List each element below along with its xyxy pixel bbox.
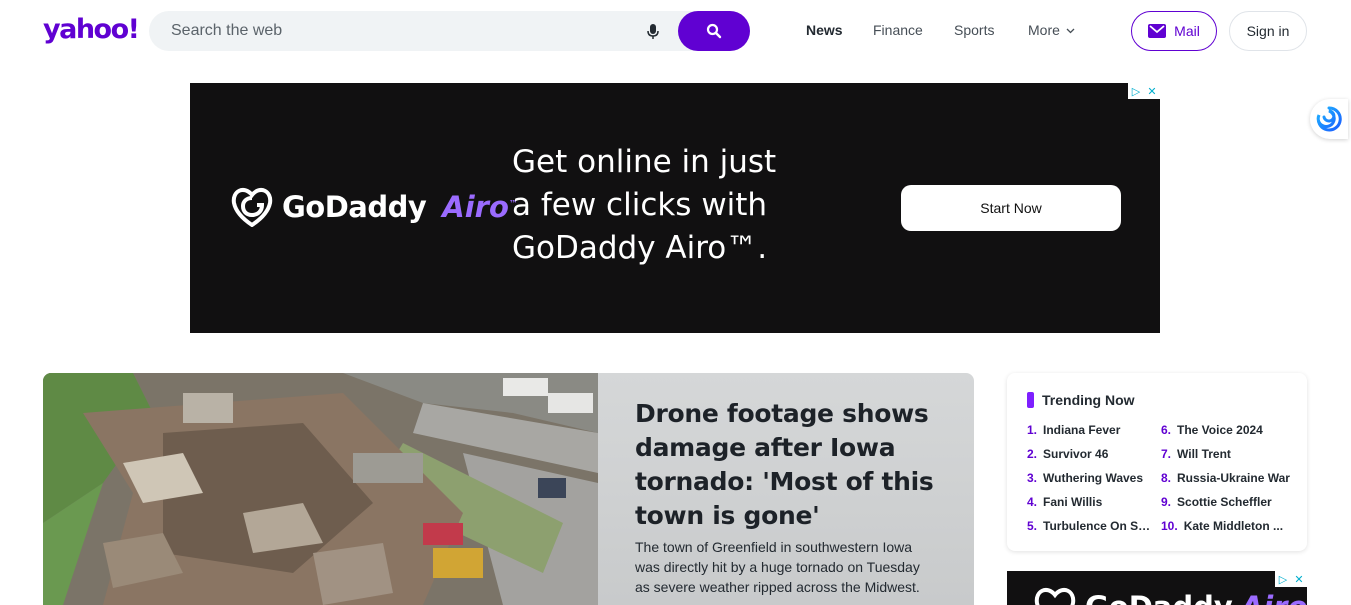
trending-item[interactable]: 10. Kate Middleton ... xyxy=(1161,519,1291,543)
sign-in-button[interactable]: Sign in xyxy=(1229,11,1307,51)
trending-item-label: Turbulence On Si... xyxy=(1043,519,1151,533)
trending-item-number: 10. xyxy=(1161,519,1178,533)
godaddy-logo-icon xyxy=(231,187,273,227)
ad-headline-line-1: Get online in just xyxy=(512,144,777,180)
yahoo-logo[interactable]: yahoo! xyxy=(43,14,140,45)
close-icon[interactable]: ✕ xyxy=(1291,571,1307,587)
trending-column-right: 6. The Voice 2024 7. Will Trent 8. Russia-U… xyxy=(1161,423,1291,543)
trending-item-label: Russia-Ukraine War xyxy=(1177,471,1290,485)
trending-item[interactable]: 3. Wuthering Waves xyxy=(1027,471,1151,495)
trending-header: Trending Now xyxy=(1027,392,1135,408)
ad-cta-button[interactable]: Start Now xyxy=(901,185,1121,231)
ad-brand-logo: GoDaddy Airo™ xyxy=(230,187,518,227)
ad-badge: ▷ ✕ xyxy=(1128,83,1160,99)
trending-item-label: Kate Middleton ... xyxy=(1183,519,1284,533)
adchoices-icon[interactable]: ▷ xyxy=(1275,571,1291,587)
trending-now-panel: Trending Now 1. Indiana Fever 2. Survivor … xyxy=(1007,373,1307,551)
search-button[interactable] xyxy=(678,11,750,51)
trending-item[interactable]: 8. Russia-Ukraine War xyxy=(1161,471,1291,495)
trending-item-number: 7. xyxy=(1161,447,1172,461)
trending-item-number: 1. xyxy=(1027,423,1038,437)
trending-item-label: Wuthering Waves xyxy=(1043,471,1144,485)
ad-brand-name: GoDaddy xyxy=(282,190,427,224)
trending-item[interactable]: 7. Will Trent xyxy=(1161,447,1291,471)
ad-brand-product-name: Airo xyxy=(442,190,509,224)
trending-item-label: The Voice 2024 xyxy=(1177,423,1263,437)
search-bar xyxy=(149,11,750,51)
close-icon[interactable]: ✕ xyxy=(1144,83,1160,99)
trending-item-number: 8. xyxy=(1161,471,1172,485)
ad-badge: ▷ ✕ xyxy=(1275,571,1307,587)
ad-headline-line-3-text: GoDaddy Airo xyxy=(512,230,727,266)
search-input[interactable] xyxy=(171,11,631,51)
side-ad-brand-name: GoDaddy xyxy=(1085,590,1233,605)
side-ad-brand-product: Airo xyxy=(1241,590,1307,605)
side-ad-banner[interactable]: ▷ ✕ GoDaddy Airo xyxy=(1007,571,1307,605)
nav-news[interactable]: News xyxy=(806,22,843,38)
trending-title: Trending Now xyxy=(1042,392,1135,408)
trending-item[interactable]: 1. Indiana Fever xyxy=(1027,423,1151,447)
trending-item-number: 3. xyxy=(1027,471,1038,485)
nav-more[interactable]: More xyxy=(1028,22,1075,38)
trending-item[interactable]: 2. Survivor 46 xyxy=(1027,447,1151,471)
nav-sports[interactable]: Sports xyxy=(954,22,994,38)
trending-accent-bar xyxy=(1027,392,1034,408)
hero-story[interactable]: Drone footage shows damage after Iowa to… xyxy=(43,373,974,605)
hero-description: The town of Greenfield in southwestern I… xyxy=(635,539,920,595)
ad-headline-line-2: a few clicks with xyxy=(512,187,768,223)
ad-headline-mark: ™. xyxy=(726,230,768,266)
hero-title[interactable]: Drone footage shows damage after Iowa to… xyxy=(635,397,935,533)
mic-icon[interactable] xyxy=(645,23,661,40)
trending-item[interactable]: 5. Turbulence On Si... xyxy=(1027,519,1151,543)
mail-label: Mail xyxy=(1174,23,1200,39)
ad-brand-product: Airo™ xyxy=(442,190,518,224)
search-icon xyxy=(706,23,722,39)
trending-item[interactable]: 4. Fani Willis xyxy=(1027,495,1151,519)
trending-item[interactable]: 6. The Voice 2024 xyxy=(1161,423,1291,447)
trending-item-label: Fani Willis xyxy=(1043,495,1103,509)
trending-item-number: 5. xyxy=(1027,519,1038,533)
hero-image[interactable] xyxy=(43,373,598,605)
trending-item-label: Survivor 46 xyxy=(1043,447,1109,461)
mail-icon xyxy=(1148,24,1167,38)
ad-banner[interactable]: ▷ ✕ GoDaddy Airo™ Get online in just a f… xyxy=(190,83,1160,333)
trending-item-number: 9. xyxy=(1161,495,1172,509)
nav-finance[interactable]: Finance xyxy=(873,22,923,38)
trending-item[interactable]: 9. Scottie Scheffler xyxy=(1161,495,1291,519)
header: yahoo! News Finance Sports More xyxy=(0,0,1351,62)
trending-item-number: 2. xyxy=(1027,447,1038,461)
adchoices-icon[interactable]: ▷ xyxy=(1128,83,1144,99)
chevron-down-icon xyxy=(1066,28,1075,34)
ad-headline-line-3: GoDaddy Airo™. xyxy=(512,227,802,270)
nav-more-label: More xyxy=(1028,22,1060,38)
trending-column-left: 1. Indiana Fever 2. Survivor 46 3. Wutherin… xyxy=(1027,423,1151,543)
ad-headline: Get online in just a few clicks with GoD… xyxy=(512,141,802,270)
side-ad-brand-logo: GoDaddy Airo xyxy=(1033,587,1307,605)
trending-item-label: Scottie Scheffler xyxy=(1177,495,1272,509)
mail-button[interactable]: Mail xyxy=(1131,11,1217,51)
trending-item-label: Indiana Fever xyxy=(1043,423,1121,437)
trending-item-number: 6. xyxy=(1161,423,1172,437)
hero-text-panel: Drone footage shows damage after Iowa to… xyxy=(598,373,974,605)
trending-item-label: Will Trent xyxy=(1177,447,1231,461)
godaddy-logo-icon xyxy=(1034,587,1076,605)
extension-icon[interactable] xyxy=(1310,99,1348,139)
trending-item-number: 4. xyxy=(1027,495,1038,509)
